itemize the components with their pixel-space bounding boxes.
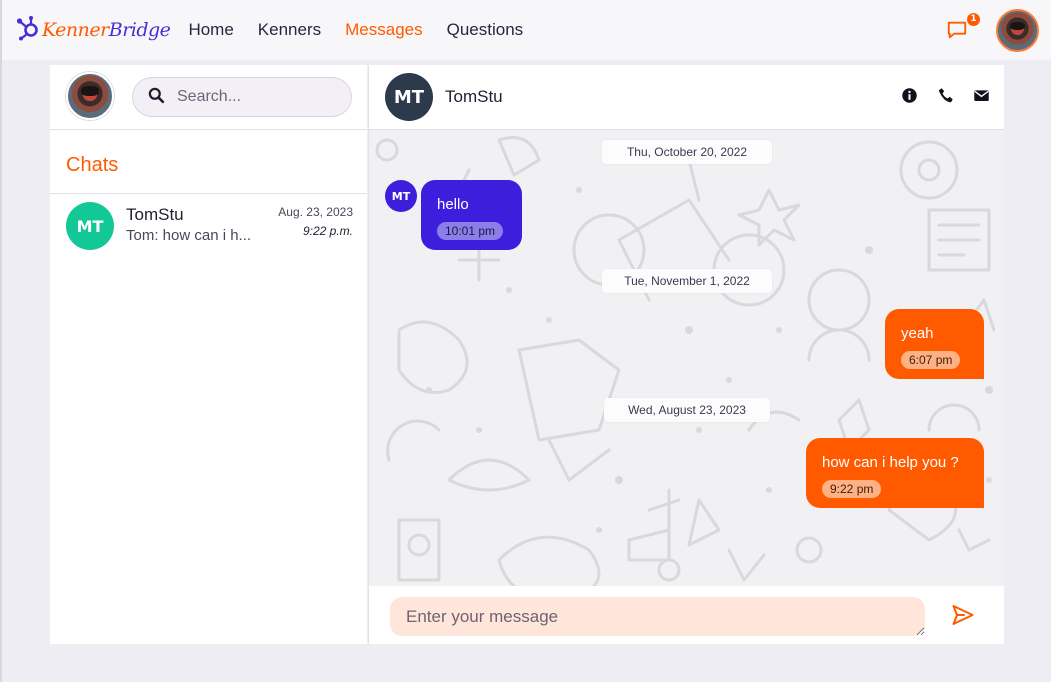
chat-list-panel: Chats MT TomStu Tom: how can i h... Aug.… (50, 65, 367, 644)
nav-link-home[interactable]: Home (188, 20, 233, 40)
chat-avatar: MT (66, 202, 114, 250)
chat-name: TomStu (126, 205, 184, 224)
my-avatar[interactable] (66, 72, 114, 120)
chat-list-header (50, 65, 367, 130)
nav-right: 1 (946, 9, 1039, 52)
chat-bubble-icon (946, 21, 968, 45)
conversation-name: TomStu (445, 87, 503, 106)
brand-name: KennerBridge (42, 19, 171, 41)
conversation-avatar: MT (385, 73, 433, 121)
search-box[interactable] (132, 77, 352, 117)
date-separator: Wed, August 23, 2023 (604, 398, 770, 422)
conversation-panel: MT TomStu Thu, October 20, 2022 MT hello… (368, 65, 1004, 644)
message-time: 6:07 pm (901, 351, 961, 369)
message-time: 9:22 pm (822, 480, 882, 498)
nav-link-questions[interactable]: Questions (447, 20, 524, 40)
nav-link-kenners[interactable]: Kenners (258, 20, 321, 40)
message-text: how can i help you ? (822, 454, 959, 471)
message-bubble-outgoing: yeah 6:07 pm (885, 309, 984, 379)
message-avatar: MT (385, 180, 417, 212)
date-separator: Tue, November 1, 2022 (602, 269, 772, 293)
chat-date: Aug. 23, 2023 (278, 205, 353, 219)
brand-logo[interactable]: KennerBridge (16, 15, 171, 45)
nav-link-messages[interactable]: Messages (345, 20, 422, 40)
notification-badge: 1 (967, 12, 980, 26)
chats-title: Chats (50, 130, 367, 194)
notifications-button[interactable]: 1 (946, 12, 980, 45)
chat-preview: Tom: how can i h... (126, 227, 252, 244)
chat-list-item[interactable]: MT TomStu Tom: how can i h... Aug. 23, 2… (50, 194, 367, 258)
search-icon (148, 87, 165, 108)
conversation-header: MT TomStu (369, 65, 1004, 130)
info-circle-icon[interactable] (901, 87, 918, 104)
navbar: KennerBridge Home Kenners Messages Quest… (2, 0, 1051, 60)
message-input[interactable] (390, 597, 925, 636)
nav-links: Home Kenners Messages Questions (188, 20, 547, 40)
message-bubble-incoming: hello 10:01 pm (421, 180, 522, 250)
message-text: hello (437, 196, 469, 213)
message-composer (369, 586, 1004, 644)
envelope-icon[interactable] (973, 87, 990, 104)
hubspot-sprocket-icon (16, 15, 40, 45)
message-text: yeah (901, 325, 934, 342)
message-time: 10:01 pm (437, 222, 504, 240)
search-input[interactable] (177, 88, 337, 106)
chat-time: 9:22 p.m. (302, 224, 353, 238)
user-avatar[interactable] (996, 9, 1039, 52)
phone-icon[interactable] (937, 87, 954, 104)
message-bubble-outgoing: how can i help you ? 9:22 pm (806, 438, 984, 508)
message-area[interactable]: Thu, October 20, 2022 MT hello 10:01 pm … (369, 130, 1004, 586)
date-separator: Thu, October 20, 2022 (602, 140, 772, 164)
conversation-actions (882, 87, 990, 104)
paper-plane-icon[interactable] (951, 603, 975, 627)
